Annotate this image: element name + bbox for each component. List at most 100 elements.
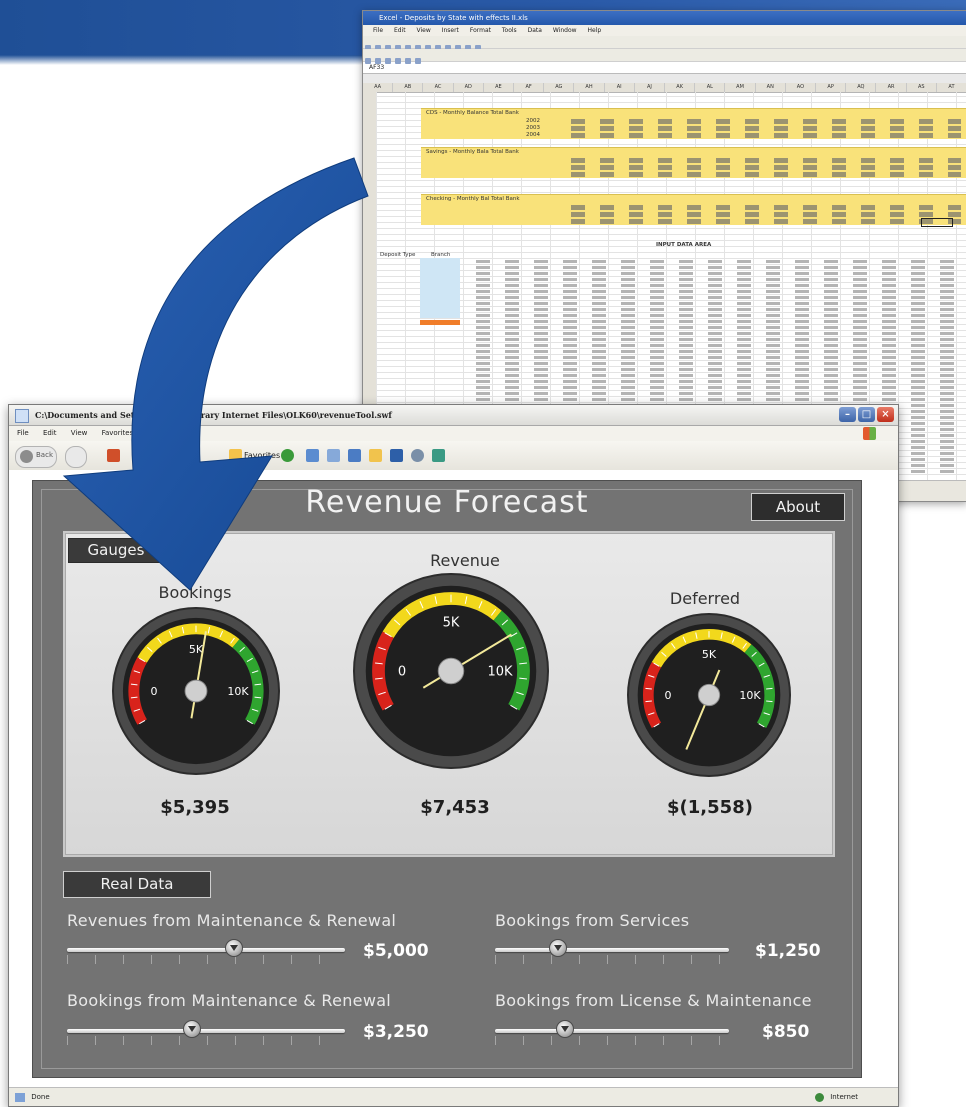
- slider-bookings-maintenance[interactable]: [67, 1017, 345, 1047]
- slider-bookings-services[interactable]: [495, 936, 729, 966]
- slider-thumb[interactable]: [224, 939, 243, 957]
- gauge-max-label: 10K: [227, 685, 249, 698]
- slider-track[interactable]: [67, 948, 345, 952]
- gauge-hub: [697, 683, 721, 707]
- menu-favorites[interactable]: Favorites: [102, 429, 134, 437]
- slider-thumb[interactable]: [183, 1020, 202, 1038]
- research-icon[interactable]: [390, 449, 403, 462]
- edit-icon[interactable]: [348, 449, 361, 462]
- browser-toolbar: Back Favorites: [9, 441, 898, 472]
- excel-menu-edit[interactable]: Edit: [394, 27, 406, 34]
- status-left-text: Done: [31, 1093, 50, 1101]
- excel-menu-file[interactable]: File: [373, 27, 383, 34]
- excel-year-label: 2003: [526, 125, 540, 131]
- excel-menu-view[interactable]: View: [417, 27, 431, 34]
- gauge-tick: [766, 700, 773, 703]
- excel-toolbar-icon[interactable]: [375, 58, 381, 64]
- browser-menu-bar: File Edit View Favorites: [9, 426, 898, 441]
- back-label: Back: [36, 451, 53, 459]
- page-icon: [15, 1092, 25, 1102]
- about-button[interactable]: About: [751, 493, 845, 521]
- excel-number-row: [571, 133, 961, 138]
- gauges-tab[interactable]: Gauges: [68, 538, 164, 563]
- excel-menu-tools[interactable]: Tools: [502, 27, 517, 34]
- excel-toolbar-icon[interactable]: [385, 58, 391, 64]
- favorites-button[interactable]: Favorites: [244, 451, 280, 460]
- menu-file[interactable]: File: [17, 429, 29, 437]
- folder-icon[interactable]: [369, 449, 382, 462]
- gauge-min-label: 0: [665, 689, 672, 702]
- gauge-tick: [130, 696, 138, 699]
- maximize-button[interactable]: □: [858, 407, 875, 422]
- excel-menu-data[interactable]: Data: [528, 27, 542, 34]
- slider-value-revenues-maintenance: $5,000: [363, 941, 429, 961]
- gauge-tick: [645, 700, 652, 703]
- slider-bookings-license[interactable]: [495, 1017, 729, 1047]
- gauge-min-label: 0: [398, 665, 406, 680]
- slider-ticks: [495, 1036, 729, 1045]
- excel-number-row: [571, 172, 961, 177]
- close-button[interactable]: ×: [877, 407, 894, 422]
- deferred-gauge: 0 5K 10K: [627, 613, 791, 777]
- print-icon[interactable]: [327, 449, 340, 462]
- excel-toolbar-icon[interactable]: [415, 58, 421, 64]
- header-banner-fade: [0, 55, 400, 65]
- excel-toolbar-icon[interactable]: [395, 58, 401, 64]
- gauge-tick: [766, 687, 773, 690]
- app-title: Revenue Forecast: [305, 485, 589, 520]
- minimize-button[interactable]: –: [839, 407, 856, 422]
- excel-section-label: Savings - Monthly Bala Total Bank: [426, 149, 519, 155]
- browser-status-bar: Done Internet: [9, 1087, 898, 1106]
- slider-ticks: [67, 955, 345, 964]
- excel-section-label: Checking - Monthly Bal Total Bank: [426, 196, 520, 202]
- gauge-tick: [254, 696, 262, 699]
- forward-button[interactable]: [65, 446, 87, 468]
- tools-icon[interactable]: [432, 449, 445, 462]
- menu-view[interactable]: View: [71, 429, 88, 437]
- browser-content: Revenue Forecast About Gauges Bookings R…: [9, 470, 898, 1088]
- excel-number-row: [571, 219, 961, 224]
- excel-active-cell[interactable]: [921, 218, 953, 227]
- excel-format-toolbar: [363, 49, 966, 64]
- excel-menu-insert[interactable]: Insert: [442, 27, 459, 34]
- slider-value-bookings-license: $850: [762, 1022, 810, 1042]
- menu-edit[interactable]: Edit: [43, 429, 57, 437]
- back-button[interactable]: Back: [15, 446, 57, 468]
- browser-title-bar: C:\Documents and Settings\...\Temporary …: [9, 405, 898, 426]
- gauge-min-label: 0: [151, 685, 158, 698]
- gauge-hub: [184, 679, 208, 703]
- messenger-icon[interactable]: [411, 449, 424, 462]
- history-icon[interactable]: [281, 449, 294, 462]
- gauge-mid-label: 5K: [443, 616, 460, 631]
- excel-toolbar-icon[interactable]: [405, 58, 411, 64]
- excel-title-bar: Excel - Deposits by State with effects I…: [363, 11, 966, 25]
- stop-icon[interactable]: [107, 449, 120, 462]
- slider-revenues-maintenance[interactable]: [67, 936, 345, 966]
- excel-menu-bar: File Edit View Insert Format Tools Data …: [363, 25, 966, 36]
- excel-menu-help[interactable]: Help: [587, 27, 601, 34]
- excel-selected-cell[interactable]: [420, 320, 460, 325]
- excel-name-box[interactable]: AF33: [363, 62, 966, 74]
- deferred-gauge-label: Deferred: [669, 589, 741, 608]
- excel-year-label: 2004: [526, 132, 540, 138]
- slider-value-bookings-services: $1,250: [755, 941, 821, 961]
- revenue-gauge-value: $7,453: [420, 797, 490, 818]
- slider-track[interactable]: [495, 948, 729, 952]
- revenue-gauge-label: Revenue: [430, 551, 500, 570]
- excel-toolbar-icon[interactable]: [365, 58, 371, 64]
- excel-menu-window[interactable]: Window: [553, 27, 577, 34]
- mail-icon[interactable]: [306, 449, 319, 462]
- gauge-mid-label: 5K: [702, 648, 717, 661]
- favorites-star-icon[interactable]: [229, 449, 242, 462]
- excel-year-label: 2002: [526, 118, 540, 124]
- gauges-panel: Gauges Bookings Revenue Deferred 0 5K 10K …: [63, 531, 835, 857]
- excel-input-area-title: INPUT DATA AREA: [656, 242, 712, 248]
- slider-track[interactable]: [495, 1029, 729, 1033]
- slider-track[interactable]: [67, 1029, 345, 1033]
- real-data-tab[interactable]: Real Data: [63, 871, 211, 898]
- excel-menu-format[interactable]: Format: [470, 27, 491, 34]
- revenue-gauge: 0 5K 10K: [353, 573, 549, 769]
- bookings-gauge: 05K10K: [112, 607, 280, 775]
- excel-section-label: CDS - Monthly Balance Total Bank: [426, 110, 519, 116]
- excel-number-row: [571, 212, 961, 217]
